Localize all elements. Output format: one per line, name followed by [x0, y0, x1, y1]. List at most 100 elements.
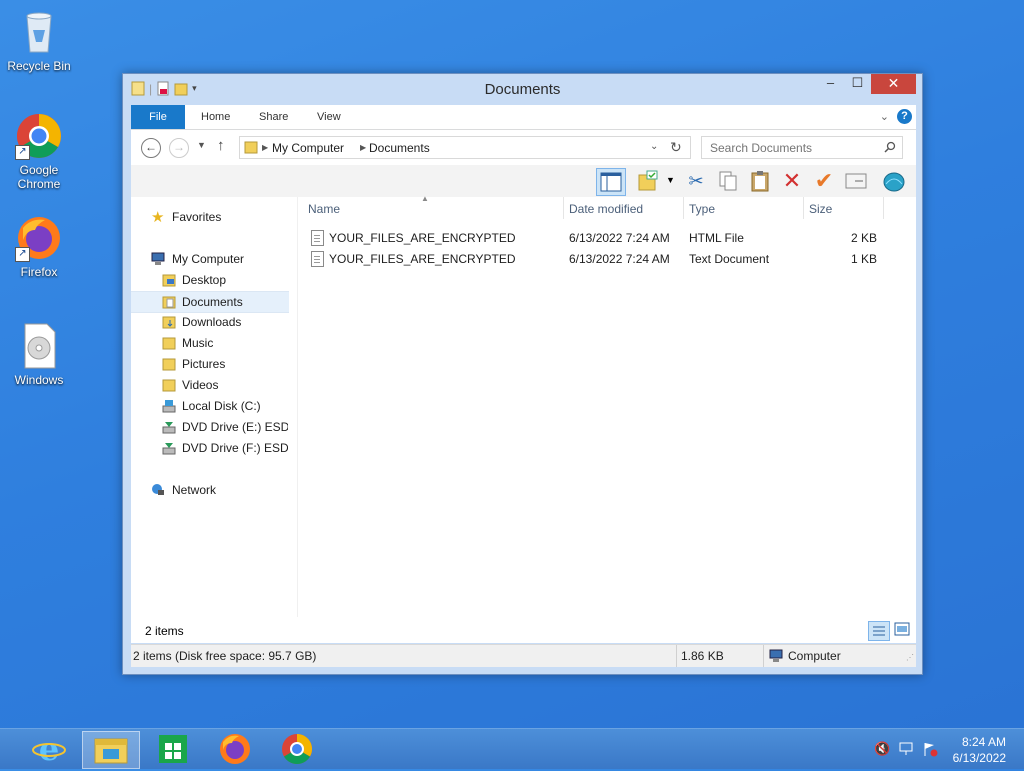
network-status-icon[interactable] — [898, 741, 914, 757]
system-clock[interactable]: 8:24 AM 6/13/2022 — [953, 734, 1006, 766]
ribbon-controls: ⌄ ? — [880, 109, 912, 124]
refresh-icon[interactable]: ↻ — [670, 139, 682, 156]
file-row[interactable]: YOUR_FILES_ARE_ENCRYPTED 6/13/2022 7:24 … — [301, 249, 916, 269]
file-date: 6/13/2022 7:24 AM — [569, 252, 670, 266]
column-divider[interactable] — [883, 197, 884, 219]
chrome-icon: ↗ — [15, 112, 63, 160]
resize-grip-icon[interactable]: ⋰ — [906, 653, 914, 662]
file-size: 1 KB — [851, 252, 878, 266]
nav-label: Network — [172, 483, 217, 497]
nav-item-local-disk[interactable]: Local Disk (C:) — [131, 396, 289, 416]
nav-item-desktop[interactable]: Desktop — [131, 270, 289, 290]
column-divider[interactable] — [563, 197, 564, 219]
search-box[interactable] — [701, 136, 903, 159]
column-divider[interactable] — [803, 197, 804, 219]
window-controls: – ☐ ✕ — [817, 74, 916, 94]
folder-options-button[interactable] — [636, 168, 662, 194]
nav-favorites[interactable]: ★ Favorites — [131, 207, 289, 227]
nav-my-computer[interactable]: My Computer — [131, 249, 289, 269]
paste-button[interactable] — [747, 168, 773, 194]
tab-view[interactable]: View — [317, 105, 341, 129]
folder-options-dropdown-icon[interactable]: ▼ — [666, 175, 675, 185]
nav-item-music[interactable]: Music — [131, 333, 289, 353]
taskbar-firefox[interactable] — [207, 731, 263, 767]
column-header-type[interactable]: Type — [689, 202, 715, 216]
file-row[interactable]: YOUR_FILES_ARE_ENCRYPTED 6/13/2022 7:24 … — [301, 228, 916, 248]
expand-ribbon-icon[interactable]: ⌄ — [880, 110, 889, 123]
status-size: 1.86 KB — [681, 649, 724, 663]
taskbar-store[interactable] — [145, 731, 201, 767]
search-input[interactable] — [708, 140, 882, 156]
explorer-window: | ▾ Documents – ☐ ✕ File Home Share View… — [122, 73, 923, 675]
large-icons-view-button[interactable] — [894, 622, 912, 638]
folder-icon — [162, 296, 176, 309]
tab-share[interactable]: Share — [259, 105, 288, 129]
nav-item-downloads[interactable]: Downloads — [131, 312, 289, 332]
shell-button[interactable] — [881, 168, 907, 194]
nav-label: Downloads — [182, 315, 242, 329]
recycle-bin-icon — [15, 8, 63, 56]
html-file-icon — [311, 230, 324, 246]
address-dropdown-icon[interactable]: ⌄ — [650, 141, 658, 152]
nav-item-dvd-f[interactable]: DVD Drive (F:) ESD-IS — [131, 438, 289, 458]
action-center-icon[interactable] — [922, 741, 938, 757]
desktop-icon-recycle-bin[interactable]: Recycle Bin — [3, 8, 75, 73]
desktop-icon-chrome[interactable]: ↗ Google Chrome — [3, 112, 75, 191]
minimize-button[interactable]: – — [817, 74, 844, 94]
status-bar: 2 items (Disk free space: 95.7 GB) 1.86 … — [131, 644, 916, 667]
taskbar: e 🔇 8:24 AM 6/13/2022 — [0, 728, 1024, 769]
rename-button[interactable]: ✔ — [811, 168, 837, 194]
column-header-name[interactable]: Name — [308, 202, 340, 216]
details-view-button[interactable] — [868, 621, 890, 641]
nav-label: Local Disk (C:) — [182, 399, 261, 413]
desktop-icon-firefox[interactable]: ↗ Firefox — [3, 214, 75, 279]
nav-item-videos[interactable]: Videos — [131, 375, 289, 395]
forward-button[interactable]: → — [169, 138, 189, 158]
desktop-icon-windows[interactable]: Windows — [3, 322, 75, 387]
column-divider[interactable] — [683, 197, 684, 219]
volume-muted-icon[interactable]: 🔇 — [874, 741, 890, 757]
breadcrumb-my-computer[interactable]: My Computer — [272, 141, 344, 155]
file-size: 2 KB — [851, 231, 878, 245]
recent-locations-icon[interactable]: ▼ — [197, 140, 206, 150]
shell-icon — [883, 172, 905, 192]
tab-file[interactable]: File — [131, 105, 185, 129]
search-icon[interactable] — [884, 141, 896, 153]
nav-item-documents[interactable]: Documents — [131, 291, 289, 313]
help-icon[interactable]: ? — [897, 109, 912, 124]
file-date: 6/13/2022 7:24 AM — [569, 231, 670, 245]
nav-label: DVD Drive (E:) ESD-IS — [182, 420, 288, 434]
preview-pane-button[interactable] — [596, 168, 626, 196]
dvd-drive-icon — [162, 422, 176, 434]
back-button[interactable]: ← — [141, 138, 161, 158]
taskbar-file-explorer[interactable] — [82, 731, 140, 769]
breadcrumb-documents[interactable]: Documents — [369, 141, 430, 155]
up-button[interactable]: ↑ — [217, 137, 225, 154]
file-type: Text Document — [689, 252, 770, 266]
properties-button[interactable] — [843, 168, 869, 194]
nav-item-dvd-e[interactable]: DVD Drive (E:) ESD-IS — [131, 417, 289, 437]
column-header-size[interactable]: Size — [809, 202, 832, 216]
nav-item-pictures[interactable]: Pictures — [131, 354, 289, 374]
shortcut-arrow-icon: ↗ — [15, 247, 30, 262]
address-bar[interactable]: ▶ My Computer ▶ Documents ⌄ ↻ — [239, 136, 691, 159]
file-explorer-icon — [94, 738, 128, 764]
close-button[interactable]: ✕ — [871, 74, 916, 94]
text-file-icon — [311, 251, 324, 267]
nav-network[interactable]: Network — [131, 480, 289, 500]
title-bar[interactable]: | ▾ Documents – ☐ ✕ — [123, 74, 922, 104]
clock-date: 6/13/2022 — [952, 751, 1006, 765]
computer-icon — [151, 252, 165, 265]
tab-home[interactable]: Home — [201, 105, 230, 129]
breadcrumb-separator-icon: ▶ — [360, 143, 367, 152]
copy-button[interactable] — [715, 168, 741, 194]
store-icon — [159, 735, 187, 763]
disc-image-icon — [15, 322, 63, 370]
taskbar-internet-explorer[interactable]: e — [21, 730, 77, 768]
delete-button[interactable]: ✕ — [779, 168, 805, 194]
pane-divider[interactable] — [297, 197, 298, 617]
column-header-date[interactable]: Date modified — [569, 202, 643, 216]
cut-button[interactable]: ✂ — [683, 168, 709, 194]
taskbar-chrome[interactable] — [269, 731, 325, 767]
maximize-button[interactable]: ☐ — [844, 74, 871, 94]
